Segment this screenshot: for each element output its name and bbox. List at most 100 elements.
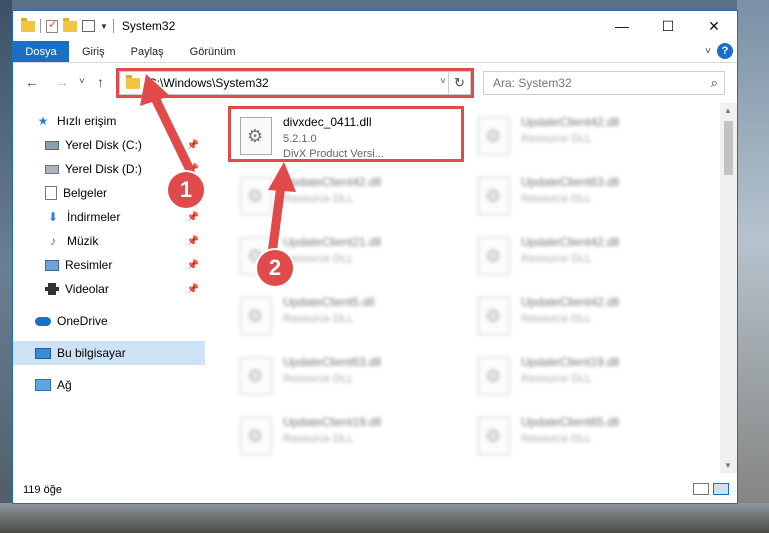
file-item[interactable]: UpdateClient42.dll Resource DLL <box>469 109 699 159</box>
sidebar-item-downloads[interactable]: ⬇ İndirmeler 📌 <box>13 205 205 229</box>
dll-file-icon <box>478 357 510 395</box>
sidebar-item-pictures[interactable]: Resimler 📌 <box>13 253 205 277</box>
tab-share[interactable]: Paylaş <box>118 41 177 62</box>
sidebar-item-music[interactable]: ♪ Müzik 📌 <box>13 229 205 253</box>
file-name: divxdec_0411.dll <box>283 115 372 129</box>
explorer-body: ★ Hızlı erişim Yerel Disk (C:) 📌 Yerel D… <box>13 103 737 473</box>
file-version: 5.2.1.0 <box>283 133 317 145</box>
search-box[interactable]: ⌕ <box>483 71 725 95</box>
dll-file-icon <box>240 417 272 455</box>
file-item[interactable]: UpdateClient5.dll Resource DLL <box>231 289 461 339</box>
expand-ribbon-chevron-icon[interactable]: ˅ <box>705 46 711 57</box>
address-path[interactable]: C:\Windows\System32 <box>148 76 269 90</box>
new-folder-icon[interactable] <box>63 17 77 32</box>
ribbon-right-controls: ˅ ? <box>705 43 733 59</box>
folder-icon <box>21 17 35 32</box>
navigation-pane: ★ Hızlı erişim Yerel Disk (C:) 📌 Yerel D… <box>13 103 205 473</box>
pin-icon: 📌 <box>186 235 199 247</box>
title-bar: ▼ System32 — ☐ ✕ <box>13 11 737 41</box>
address-folder-icon <box>126 74 140 89</box>
step-badge-1: 1 <box>168 172 204 208</box>
sidebar-item-network[interactable]: Ağ <box>13 373 205 397</box>
maximize-button[interactable]: ☐ <box>645 11 691 41</box>
up-button[interactable]: ↑ <box>97 74 104 90</box>
music-icon: ♪ <box>50 234 56 248</box>
close-button[interactable]: ✕ <box>691 11 737 41</box>
help-icon[interactable]: ? <box>717 43 733 59</box>
pin-icon: 📌 <box>186 259 199 271</box>
pin-icon: 📌 <box>186 211 199 223</box>
sidebar-item-drive-c[interactable]: Yerel Disk (C:) 📌 <box>13 133 205 157</box>
scrollbar-thumb[interactable] <box>724 121 733 175</box>
customize-dropdown-icon[interactable]: ▼ <box>100 22 108 31</box>
dll-file-icon <box>478 297 510 335</box>
computer-icon <box>35 347 51 359</box>
dll-file-icon <box>240 297 272 335</box>
window-title: System32 <box>121 19 176 33</box>
file-item-highlighted[interactable]: divxdec_0411.dll 5.2.1.0 DivX Product Ve… <box>228 106 464 162</box>
pictures-icon <box>45 259 59 271</box>
customize-toolbar-icon[interactable] <box>82 20 95 32</box>
drive-d-icon <box>45 164 59 174</box>
file-explorer-window: ▼ System32 — ☐ ✕ Dosya Giriş Paylaş Görü… <box>12 10 738 504</box>
file-item[interactable]: UpdateClient63.dll Resource DLL <box>469 169 699 219</box>
file-item[interactable]: UpdateClient42.dll Resource DLL <box>231 169 461 219</box>
vertical-scrollbar[interactable]: ▲ ▼ <box>720 103 737 473</box>
scroll-down-icon[interactable]: ▼ <box>724 461 732 470</box>
file-item[interactable]: UpdateClient42.dll Resource DLL <box>469 229 699 279</box>
documents-icon <box>45 186 57 200</box>
sidebar-item-videos[interactable]: Videolar 📌 <box>13 277 205 301</box>
file-list: divxdec_0411.dll 5.2.1.0 DivX Product Ve… <box>207 103 719 473</box>
file-item[interactable]: UpdateClient63.dll Resource DLL <box>231 349 461 399</box>
videos-icon <box>45 283 59 295</box>
back-button[interactable]: ← <box>25 74 39 90</box>
address-bar[interactable]: C:\Windows\System32 ˅ ↻ <box>116 68 474 98</box>
sidebar-item-quick-access[interactable]: ★ Hızlı erişim <box>13 109 205 133</box>
dll-file-icon <box>478 117 510 155</box>
dll-file-icon <box>478 237 510 275</box>
network-icon <box>35 379 51 391</box>
status-bar: 119 öğe <box>13 477 737 503</box>
step-badge-2: 2 <box>257 250 293 286</box>
drive-c-icon <box>45 140 59 150</box>
desktop-background-right <box>737 0 769 533</box>
minimize-button[interactable]: — <box>599 11 645 41</box>
desktop-background-bottom <box>0 503 769 533</box>
desktop-background-left <box>0 0 12 533</box>
forward-button[interactable]: → <box>55 74 69 90</box>
file-description: DivX Product Versi... <box>283 148 384 160</box>
file-item[interactable]: UpdateClient42.dll Resource DLL <box>469 289 699 339</box>
window-controls: — ☐ ✕ <box>599 11 737 41</box>
scroll-up-icon[interactable]: ▲ <box>724 106 732 115</box>
view-toggle <box>693 483 729 495</box>
search-icon[interactable]: ⌕ <box>711 75 718 91</box>
recent-locations-button[interactable]: ˅ <box>79 76 85 87</box>
tab-home[interactable]: Giriş <box>69 41 118 62</box>
file-item[interactable]: UpdateClient65.dll Resource DLL <box>469 409 699 459</box>
sidebar-item-this-pc[interactable]: Bu bilgisayar <box>13 341 205 365</box>
dll-file-icon <box>478 417 510 455</box>
tab-view[interactable]: Görünüm <box>177 41 249 62</box>
refresh-button[interactable]: ↻ <box>448 72 470 94</box>
file-item[interactable]: UpdateClient19.dll Resource DLL <box>231 409 461 459</box>
tiles-view-icon[interactable] <box>713 483 729 495</box>
details-view-icon[interactable] <box>693 483 709 495</box>
pin-icon: 📌 <box>186 283 199 295</box>
search-input[interactable] <box>484 76 694 90</box>
sidebar-item-onedrive[interactable]: OneDrive <box>13 309 205 333</box>
cloud-icon <box>35 316 51 326</box>
dll-file-icon <box>478 177 510 215</box>
file-item[interactable]: UpdateClient19.dll Resource DLL <box>469 349 699 399</box>
star-icon: ★ <box>37 114 49 128</box>
address-dropdown-icon[interactable]: ˅ <box>440 76 446 87</box>
dll-file-icon <box>240 117 272 155</box>
properties-check-icon[interactable] <box>46 18 58 33</box>
download-icon: ⬇ <box>47 210 59 224</box>
tab-file[interactable]: Dosya <box>13 41 69 62</box>
quick-access-toolbar: ▼ <box>13 17 114 33</box>
navigation-bar: ← → ˅ ↑ C:\Windows\System32 ˅ ↻ ⌕ <box>13 63 737 101</box>
dll-file-icon <box>240 357 272 395</box>
dll-file-icon <box>240 177 272 215</box>
pin-icon: 📌 <box>186 139 199 151</box>
toolbar-separator <box>40 19 41 33</box>
